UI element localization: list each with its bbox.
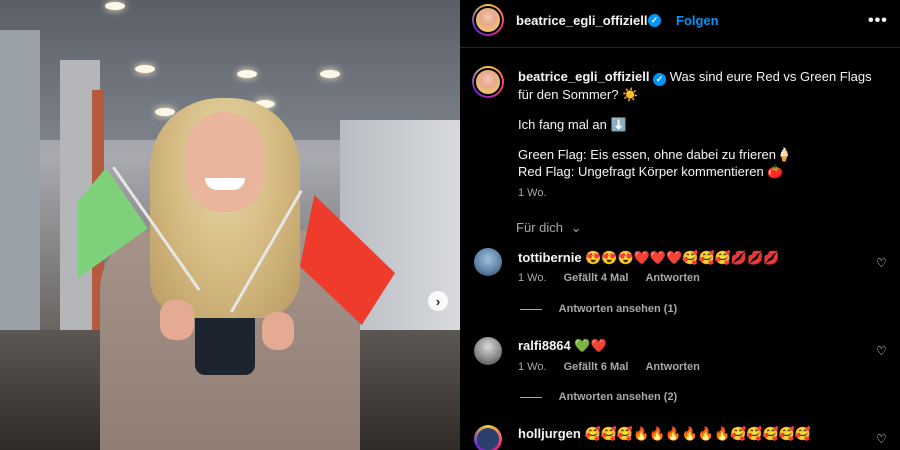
comment-meta: 1 Wo. Gefällt 6 Mal Antworten (518, 361, 714, 373)
comment-text: 😍😍😍❤️❤️❤️🥰🥰🥰💋💋💋 (585, 250, 780, 265)
post-image[interactable]: › (0, 0, 460, 450)
author-avatar-image (474, 6, 502, 34)
comment-text: 💚❤️ (574, 338, 607, 353)
comment-likes[interactable]: Gefällt 6 Mal (564, 361, 629, 373)
reply-button[interactable]: Antworten (645, 361, 699, 373)
more-options-icon[interactable]: ••• (868, 12, 888, 30)
view-replies-button[interactable]: Antworten ansehen (1) (520, 303, 677, 315)
post-side-panel: beatrice_egli_offiziell ✓ Folgen ••• bea… (460, 0, 900, 450)
view-replies-button[interactable]: Antworten ansehen (2) (520, 391, 677, 403)
image-person-smile (205, 178, 245, 190)
author-avatar[interactable] (472, 4, 504, 36)
comment-likes[interactable]: Gefällt 4 Mal (564, 272, 629, 284)
caption-author-avatar[interactable] (472, 66, 504, 98)
replies-divider (520, 396, 542, 398)
chevron-right-icon: › (435, 293, 441, 309)
commenter-avatar[interactable] (474, 337, 502, 365)
like-heart-icon[interactable]: ♡ (876, 432, 887, 446)
caption-text: Ich fang mal an ⬇️ (518, 117, 627, 132)
image-ceiling-light (105, 2, 125, 10)
view-replies-label: Antworten ansehen (1) (558, 303, 678, 315)
caption-paragraph: Ich fang mal an ⬇️ (518, 116, 888, 133)
post-caption: beatrice_egli_offiziell ✓ Was sind eure … (518, 68, 888, 180)
chevron-down-icon: ⌄ (570, 220, 582, 235)
caption-paragraph: beatrice_egli_offiziell ✓ Was sind eure … (518, 68, 888, 103)
comment-timestamp[interactable]: 1 Wo. (518, 272, 547, 284)
commenter-avatar[interactable] (474, 425, 502, 450)
view-replies-label: Antworten ansehen (2) (558, 391, 678, 403)
carousel-next-button[interactable]: › (428, 291, 448, 311)
comment-filter-label: Für dich (516, 220, 563, 235)
caption-text: Red Flag: Ungefragt Körper kommentieren … (518, 164, 784, 179)
like-heart-icon[interactable]: ♡ (876, 344, 887, 358)
author-username[interactable]: beatrice_egli_offiziell (516, 13, 648, 28)
comment-meta: 1 Wo. Gefällt 4 Mal Antworten (518, 272, 714, 284)
image-ceiling-light (135, 65, 155, 73)
image-ceiling-light (155, 108, 175, 116)
replies-divider (520, 308, 542, 310)
commenter-username[interactable]: tottibernie (518, 250, 582, 265)
commenter-username[interactable]: holljurgen (518, 426, 581, 441)
comment-text: 🥰🥰🥰🔥🔥🔥🔥🔥🔥🥰🥰🥰🥰🥰 (584, 426, 812, 441)
commenter-username[interactable]: ralfi8864 (518, 338, 571, 353)
comment-body: tottibernie 😍😍😍❤️❤️❤️🥰🥰🥰💋💋💋 (518, 250, 779, 266)
image-hand (262, 312, 294, 350)
verified-badge-icon: ✓ (648, 14, 661, 27)
comment-timestamp[interactable]: 1 Wo. (518, 361, 547, 373)
caption-username[interactable]: beatrice_egli_offiziell (518, 69, 650, 84)
follow-button[interactable]: Folgen (676, 13, 719, 28)
commenter-avatar[interactable] (474, 248, 502, 276)
caption-verified-icon: ✓ (653, 73, 667, 86)
comment-body: holljurgen 🥰🥰🥰🔥🔥🔥🔥🔥🔥🥰🥰🥰🥰🥰 (518, 426, 811, 442)
image-person-face (185, 112, 265, 212)
comment-filter-dropdown[interactable]: Für dich ⌄ (516, 220, 582, 236)
image-ceiling-light (320, 70, 340, 78)
like-heart-icon[interactable]: ♡ (876, 256, 887, 270)
caption-timestamp[interactable]: 1 Wo. (518, 187, 547, 199)
image-ceiling-light (237, 70, 257, 78)
reply-button[interactable]: Antworten (645, 272, 699, 284)
image-hand (160, 300, 194, 340)
caption-text: Green Flag: Eis essen, ohne dabei zu fri… (518, 147, 793, 162)
commenter-avatar-image (477, 428, 499, 450)
comment-body: ralfi8864 💚❤️ (518, 338, 607, 354)
post-header: beatrice_egli_offiziell ✓ Folgen ••• (460, 0, 900, 48)
caption-author-avatar-image (474, 68, 502, 96)
